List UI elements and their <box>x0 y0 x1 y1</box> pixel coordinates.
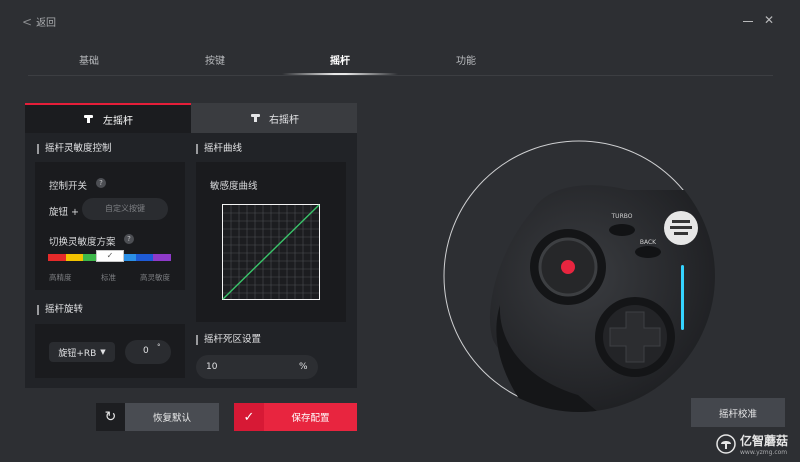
help-icon[interactable]: ? <box>124 234 134 244</box>
scheme-selector-knob[interactable]: ✓ <box>96 250 124 262</box>
reset-icon[interactable]: ↻ <box>96 403 125 431</box>
help-icon[interactable]: ? <box>96 178 106 188</box>
back-label: BACK <box>640 239 657 246</box>
save-config-button[interactable]: 保存配置 <box>264 403 357 431</box>
joystick-icon <box>251 114 260 122</box>
active-tab-indicator <box>282 73 398 75</box>
section-title-curve: 摇杆曲线 <box>196 144 242 154</box>
deadzone-unit: % <box>299 362 308 372</box>
scheme-swatch[interactable] <box>48 254 66 261</box>
rotation-angle-unit: ° <box>157 343 161 351</box>
chevron-left-icon: < <box>22 14 33 29</box>
rotation-mode-select[interactable]: 旋钮+RB ▼ <box>49 342 115 362</box>
minimize-button[interactable] <box>743 21 753 22</box>
sensitivity-curve-graph[interactable] <box>222 204 320 300</box>
joystick-icon <box>84 115 93 123</box>
tab-divider <box>28 75 773 76</box>
stick-calibration-button[interactable]: 摇杆校准 <box>691 398 785 427</box>
scheme-swatch[interactable] <box>135 254 154 261</box>
light-strip <box>681 265 684 330</box>
tab-right-stick[interactable]: 右摇杆 <box>191 103 357 133</box>
switch-label: 控制开关 <box>49 181 88 192</box>
rotation-angle-input[interactable]: 0 ° <box>125 340 171 364</box>
section-title-sensitivity: 摇杆灵敏度控制 <box>37 144 112 154</box>
curve-svg <box>222 204 320 300</box>
scale-label-precision: 高精度 <box>49 273 72 282</box>
scheme-swatch[interactable] <box>153 254 172 261</box>
tab-joystick[interactable]: 摇杆 <box>330 52 350 67</box>
stick-center-dot <box>561 260 575 274</box>
scheme-swatch[interactable] <box>65 254 84 261</box>
watermark: 亿智蘑菇 www.yzmg.com <box>716 432 788 456</box>
scale-label-standard: 标准 <box>101 273 116 282</box>
scale-label-sensitive: 高灵敏度 <box>140 273 170 282</box>
tab-basic[interactable]: 基础 <box>79 52 99 67</box>
tab-keys[interactable]: 按键 <box>205 52 225 67</box>
rotation-mode-value: 旋钮+RB <box>58 348 97 359</box>
dropdown-arrow-icon: ▼ <box>100 348 106 356</box>
turbo-label: TURBO <box>611 213 633 220</box>
section-title-rotation: 摇杆旋转 <box>37 305 83 315</box>
tab-function[interactable]: 功能 <box>456 52 476 67</box>
section-title-deadzone: 摇杆死区设置 <box>196 335 261 345</box>
watermark-text: 亿智蘑菇 <box>740 434 789 448</box>
check-icon[interactable]: ✓ <box>234 403 264 431</box>
close-icon[interactable]: ✕ <box>764 13 774 27</box>
stick-tabs: 左摇杆 右摇杆 <box>25 103 357 133</box>
deadzone-value: 10 <box>206 362 218 372</box>
back-button-icon <box>635 246 661 258</box>
back-label: 返回 <box>36 18 57 29</box>
rotation-angle-value: 0 <box>143 346 149 356</box>
reset-default-button[interactable]: 恢复默认 <box>125 403 219 431</box>
knob-label: 旋钮 + <box>49 207 79 218</box>
controller-illustration: TURBO BACK <box>443 140 715 412</box>
deadzone-input[interactable]: 10 % <box>196 355 318 379</box>
mushroom-logo-icon <box>716 434 736 454</box>
back-button[interactable]: < 返回 <box>22 14 57 30</box>
tab-right-stick-label: 右摇杆 <box>269 114 299 126</box>
curve-subtitle: 敏感度曲线 <box>210 181 258 192</box>
scheme-label: 切换灵敏度方案 <box>49 237 116 248</box>
watermark-url: www.yzmg.com <box>740 449 788 456</box>
custom-key-input[interactable]: 自定义按键 <box>82 198 168 220</box>
tab-left-stick-label: 左摇杆 <box>103 115 133 127</box>
turbo-button <box>609 224 635 236</box>
tab-left-stick[interactable]: 左摇杆 <box>25 103 191 133</box>
